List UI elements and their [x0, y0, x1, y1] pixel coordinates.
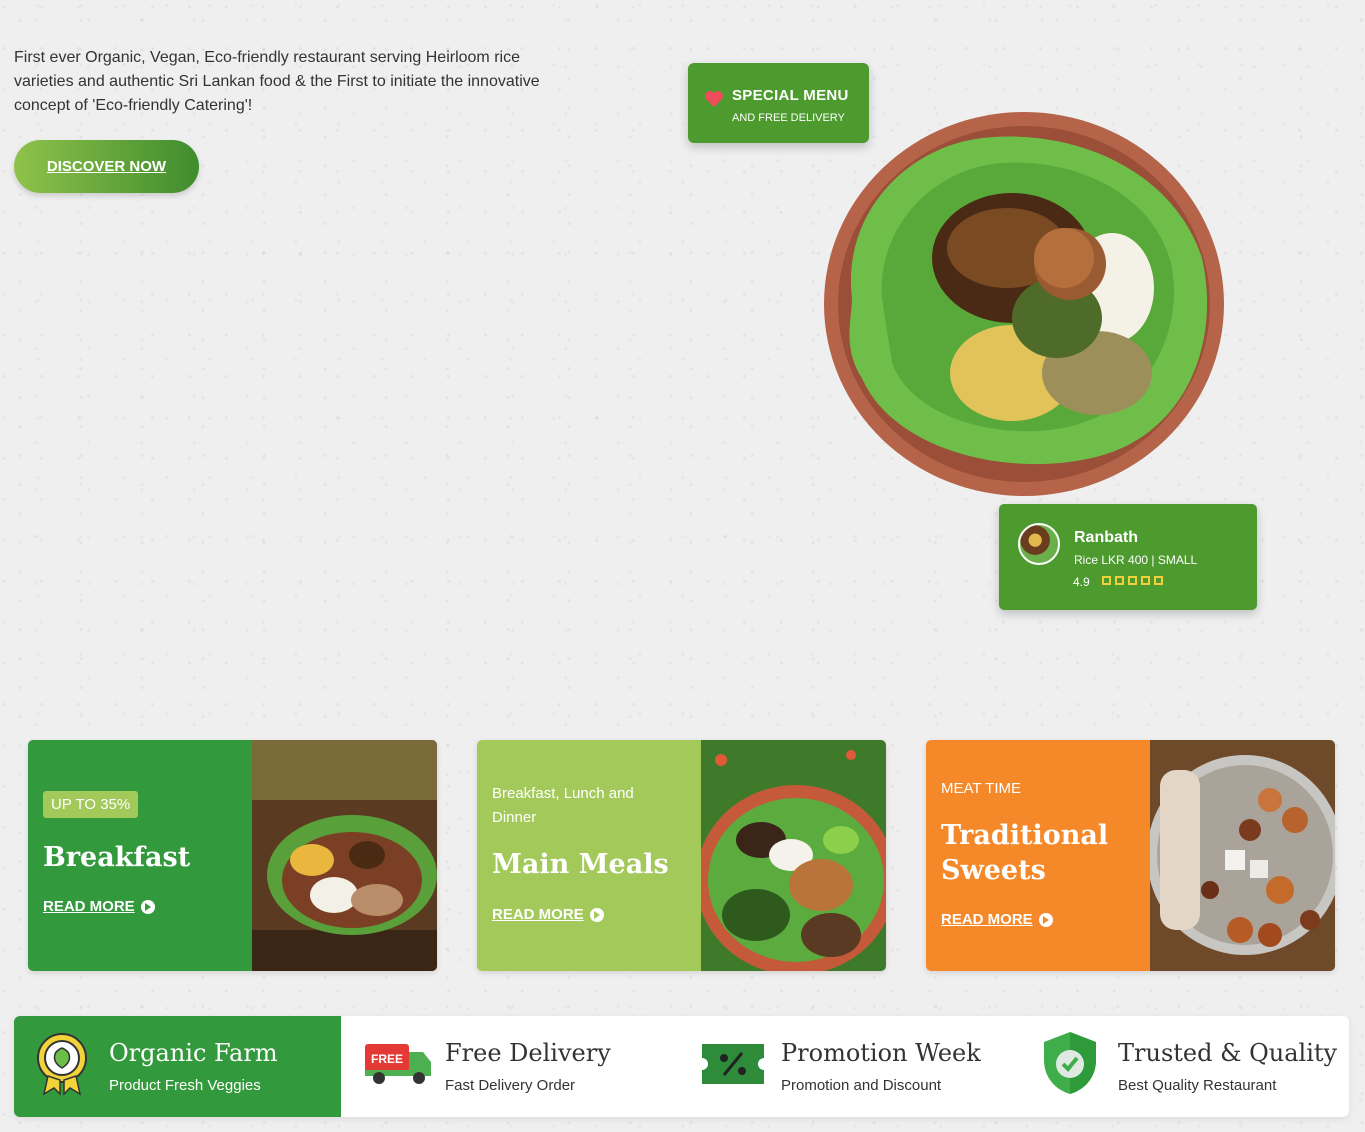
promo-card-main-meals[interactable]: Breakfast, Lunch and Dinner Main Meals R… [477, 740, 886, 971]
star-icon [1154, 576, 1163, 585]
feature-free-delivery: FREE Free Delivery Fast Delivery Order [355, 1016, 685, 1117]
breakfast-image [252, 740, 437, 971]
feature-title: Organic Farm [109, 1039, 278, 1067]
meal-times: Breakfast, Lunch and Dinner [492, 785, 634, 826]
promo-title: Traditional Sweets [941, 820, 1109, 886]
item-meta: Rice LKR 400 | SMALL [1074, 553, 1198, 567]
promo-tag: MEAT TIME [941, 780, 1022, 797]
read-more-link[interactable]: READ MORE [492, 906, 604, 923]
shield-check-icon [1042, 1030, 1098, 1101]
star-icon [1102, 576, 1111, 585]
arrow-circle-icon [1038, 912, 1053, 927]
heart-icon [704, 90, 724, 113]
item-name: Ranbath [1074, 529, 1138, 546]
discover-now-button[interactable]: DISCOVER NOW [14, 140, 199, 193]
feature-title: Trusted & Quality [1118, 1039, 1338, 1067]
read-more-label: READ MORE [43, 898, 135, 915]
read-more-label: READ MORE [941, 911, 1033, 928]
promo-card-breakfast[interactable]: UP TO 35% Breakfast READ MORE [28, 740, 437, 971]
special-menu-title: SPECIAL MENU [732, 87, 849, 104]
read-more-link[interactable]: READ MORE [43, 898, 155, 915]
rice-plate-image [824, 112, 1224, 496]
traditional-sweets-image [1150, 740, 1335, 971]
feature-organic-farm: Organic Farm Product Fresh Veggies [14, 1016, 341, 1117]
star-icon [1128, 576, 1137, 585]
promo-title: Main Meals [492, 849, 669, 880]
feature-promotion-week: Promotion Week Promotion and Discount [690, 1016, 1020, 1117]
feature-subtitle: Promotion and Discount [781, 1077, 942, 1094]
dish-avatar [1018, 523, 1060, 565]
feature-title: Free Delivery [445, 1039, 611, 1067]
organic-badge-icon [34, 1032, 90, 1101]
promo-card-traditional-sweets[interactable]: MEAT TIME Traditional Sweets READ MORE [926, 740, 1335, 971]
arrow-circle-icon [140, 899, 155, 914]
feature-subtitle: Product Fresh Veggies [109, 1077, 261, 1094]
item-rating: 4.9 [1073, 575, 1090, 589]
feature-subtitle: Best Quality Restaurant [1118, 1077, 1277, 1094]
star-icon [1115, 576, 1124, 585]
feature-title: Promotion Week [781, 1039, 981, 1067]
discount-badge: UP TO 35% [43, 791, 139, 818]
feature-trusted-quality: Trusted & Quality Best Quality Restauran… [1026, 1016, 1349, 1117]
read-more-link[interactable]: READ MORE [941, 911, 1053, 928]
promo-title: Breakfast [43, 842, 191, 873]
star-rating [1102, 576, 1163, 585]
discount-ticket-icon [702, 1044, 764, 1089]
main-meals-image [701, 740, 886, 971]
delivery-truck-icon: FREE [365, 1044, 433, 1091]
featured-item-card[interactable]: Ranbath Rice LKR 400 | SMALL 4.9 [999, 504, 1257, 610]
feature-subtitle: Fast Delivery Order [445, 1077, 576, 1094]
free-badge: FREE [371, 1052, 403, 1066]
arrow-circle-icon [589, 907, 604, 922]
star-icon [1141, 576, 1150, 585]
hero-description: First ever Organic, Vegan, Eco-friendly … [14, 49, 540, 114]
read-more-label: READ MORE [492, 906, 584, 923]
features-bar: Organic Farm Product Fresh Veggies FREE … [14, 1016, 1349, 1117]
